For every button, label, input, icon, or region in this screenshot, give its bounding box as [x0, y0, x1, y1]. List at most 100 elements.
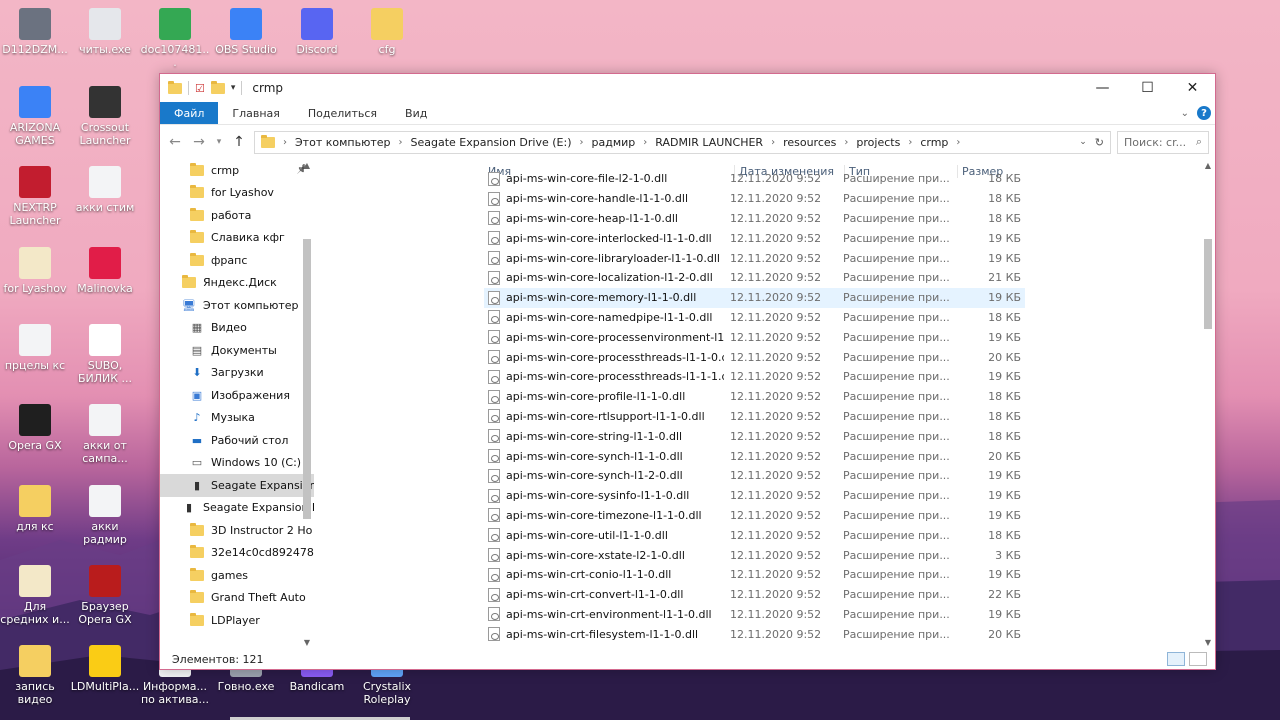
nav-item[interactable]: ▣ Изображения — [160, 384, 314, 407]
desktop-icon[interactable]: прцелы кс — [0, 324, 70, 372]
file-row[interactable]: api-ms-win-crt-environment-l1-1-0.dll 12.… — [484, 605, 1025, 625]
desktop-icon[interactable]: акки радмир — [70, 485, 140, 546]
desktop-icon[interactable]: Для средних и... — [0, 565, 70, 626]
chevron-right-icon[interactable]: › — [643, 137, 647, 148]
nav-item[interactable]: Grand Theft Auto — [160, 587, 314, 610]
search-input[interactable]: Поиск: cr... ⌕ — [1117, 130, 1209, 154]
chevron-right-icon[interactable]: › — [771, 137, 775, 148]
desktop-icon[interactable]: doc107481... — [140, 8, 210, 69]
desktop-icon[interactable]: cfg — [352, 8, 422, 56]
breadcrumb[interactable]: resources — [783, 136, 836, 149]
desktop-icon[interactable]: SUBO, БИЛИК ... — [70, 324, 140, 385]
chevron-right-icon[interactable]: › — [956, 137, 960, 148]
nav-item[interactable]: ♪ Музыка — [160, 407, 314, 430]
new-folder-icon[interactable] — [210, 80, 225, 94]
file-row[interactable]: api-ms-win-core-libraryloader-l1-1-0.dll… — [484, 248, 1025, 268]
breadcrumb[interactable]: crmp — [920, 136, 948, 149]
file-row[interactable]: api-ms-win-core-synch-l1-1-0.dll 12.11.20… — [484, 446, 1025, 466]
chevron-right-icon[interactable]: › — [844, 137, 848, 148]
desktop-icon[interactable]: запись видео — [0, 645, 70, 706]
nav-item[interactable]: фрапс — [160, 249, 314, 272]
file-row[interactable]: api-ms-win-core-processthreads-l1-1-0.dl… — [484, 347, 1025, 367]
tab-view[interactable]: Вид — [391, 102, 441, 124]
file-row[interactable]: api-ms-win-core-string-l1-1-0.dll 12.11.2… — [484, 426, 1025, 446]
desktop-icon[interactable]: акки от сампа... — [70, 404, 140, 465]
file-row[interactable]: api-ms-win-core-namedpipe-l1-1-0.dll 12.1… — [484, 308, 1025, 328]
file-row[interactable]: api-ms-win-core-file-l2-1-0.dll 12.11.202… — [484, 169, 1025, 189]
desktop-icon[interactable]: for Lyashov — [0, 247, 70, 295]
desktop-icon[interactable]: Discord — [282, 8, 352, 56]
desktop-icon[interactable]: D112DZM... — [0, 8, 70, 56]
file-row[interactable]: api-ms-win-core-processenvironment-l1...… — [484, 327, 1025, 347]
tab-share[interactable]: Поделиться — [294, 102, 391, 124]
breadcrumb[interactable]: Этот компьютер — [295, 136, 391, 149]
properties-icon[interactable]: ☑ — [195, 82, 205, 95]
large-icons-view-button[interactable] — [1189, 652, 1207, 666]
chevron-right-icon[interactable]: › — [399, 137, 403, 148]
file-row[interactable]: api-ms-win-core-profile-l1-1-0.dll 12.11.… — [484, 387, 1025, 407]
nav-item[interactable]: for Lyashov — [160, 182, 314, 205]
file-row[interactable]: api-ms-win-core-synch-l1-2-0.dll 12.11.20… — [484, 466, 1025, 486]
chevron-right-icon[interactable]: › — [908, 137, 912, 148]
nav-item[interactable]: ▮ Seagate Expansion D — [160, 497, 314, 520]
chevron-right-icon[interactable]: › — [580, 137, 584, 148]
nav-item[interactable]: Яндекс.Диск — [160, 272, 314, 295]
desktop-icon[interactable]: NEXTRP Launcher — [0, 166, 70, 227]
nav-scrollbar[interactable]: ▲ ▼ — [300, 159, 314, 649]
maximize-button[interactable]: ☐ — [1125, 74, 1170, 102]
chevron-right-icon[interactable]: › — [283, 137, 287, 148]
tab-home[interactable]: Главная — [218, 102, 294, 124]
desktop-icon[interactable]: LDMultiPla... — [70, 645, 140, 693]
tab-file[interactable]: Файл — [160, 102, 219, 124]
desktop-icon[interactable]: ARIZONA GAMES — [0, 86, 70, 147]
desktop-icon[interactable]: Crossout Launcher — [70, 86, 140, 147]
nav-item[interactable]: ▤ Документы — [160, 339, 314, 362]
file-list-scrollbar[interactable]: ▲ ▼ — [1201, 159, 1215, 649]
refresh-icon[interactable]: ↻ — [1095, 136, 1104, 149]
nav-item[interactable]: Славика кфг — [160, 227, 314, 250]
nav-item[interactable]: games — [160, 564, 314, 587]
back-arrow-icon[interactable]: ← — [166, 134, 184, 150]
file-row[interactable]: api-ms-win-core-sysinfo-l1-1-0.dll 12.11.… — [484, 486, 1025, 506]
nav-item[interactable]: ▮ Seagate Expansion — [160, 474, 314, 497]
desktop-icon[interactable]: Браузер Opera GX — [70, 565, 140, 626]
minimize-button[interactable]: — — [1080, 74, 1125, 102]
desktop-icon[interactable]: читы.exe — [70, 8, 140, 56]
nav-item[interactable]: ▬ Рабочий стол — [160, 429, 314, 452]
file-row[interactable]: api-ms-win-core-rtlsupport-l1-1-0.dll 12.… — [484, 407, 1025, 427]
file-row[interactable]: api-ms-win-core-processthreads-l1-1-1.dl… — [484, 367, 1025, 387]
chevron-down-icon[interactable]: ▾ — [231, 83, 236, 93]
breadcrumb[interactable]: радмир — [592, 136, 636, 149]
breadcrumb[interactable]: RADMIR LAUNCHER — [655, 136, 763, 149]
nav-item[interactable]: ▦ Видео — [160, 317, 314, 340]
up-arrow-icon[interactable]: ↑ — [230, 134, 248, 150]
desktop-icon[interactable]: OBS Studio — [211, 8, 281, 56]
address-bar[interactable]: › Этот компьютер › Seagate Expansion Drive … — [254, 130, 1111, 154]
file-row[interactable]: api-ms-win-core-interlocked-l1-1-0.dll 12… — [484, 228, 1025, 248]
file-row[interactable]: api-ms-win-crt-conio-l1-1-0.dll 12.11.202… — [484, 565, 1025, 585]
file-row[interactable]: api-ms-win-crt-convert-l1-1-0.dll 12.11.2… — [484, 585, 1025, 605]
folder-icon[interactable] — [168, 80, 182, 94]
breadcrumb[interactable]: projects — [856, 136, 900, 149]
nav-item[interactable]: 32e14c0cd8924785 — [160, 542, 314, 565]
close-button[interactable]: ✕ — [1170, 74, 1215, 102]
chevron-down-icon[interactable]: ⌄ — [1079, 137, 1087, 147]
file-row[interactable]: api-ms-win-core-xstate-l2-1-0.dll 12.11.2… — [484, 545, 1025, 565]
file-row[interactable]: api-ms-win-core-util-l1-1-0.dll 12.11.202… — [484, 525, 1025, 545]
file-row[interactable]: api-ms-win-core-heap-l1-1-0.dll 12.11.202… — [484, 209, 1025, 229]
recent-chevron-icon[interactable]: ▾ — [214, 137, 224, 147]
nav-item[interactable]: 3D Instructor 2 Ho — [160, 519, 314, 542]
nav-item[interactable]: ▭ Windows 10 (C:) — [160, 452, 314, 475]
desktop-icon[interactable]: Opera GX — [0, 404, 70, 452]
details-view-button[interactable] — [1167, 652, 1185, 666]
expand-ribbon-icon[interactable]: ⌄ — [1181, 108, 1189, 119]
file-row[interactable]: api-ms-win-core-handle-l1-1-0.dll 12.11.2… — [484, 189, 1025, 209]
file-row[interactable]: api-ms-win-core-localization-l1-2-0.dll 1… — [484, 268, 1025, 288]
nav-item[interactable]: ⬇ Загрузки — [160, 362, 314, 385]
desktop-icon[interactable]: Malinovka — [70, 247, 140, 295]
file-row[interactable]: api-ms-win-core-timezone-l1-1-0.dll 12.11… — [484, 506, 1025, 526]
file-row[interactable]: api-ms-win-core-memory-l1-1-0.dll 12.11.2… — [484, 287, 1025, 308]
desktop-icon[interactable]: акки стим — [70, 166, 140, 214]
nav-item[interactable]: работа — [160, 204, 314, 227]
nav-item[interactable]: crmp 📌 — [160, 159, 314, 182]
